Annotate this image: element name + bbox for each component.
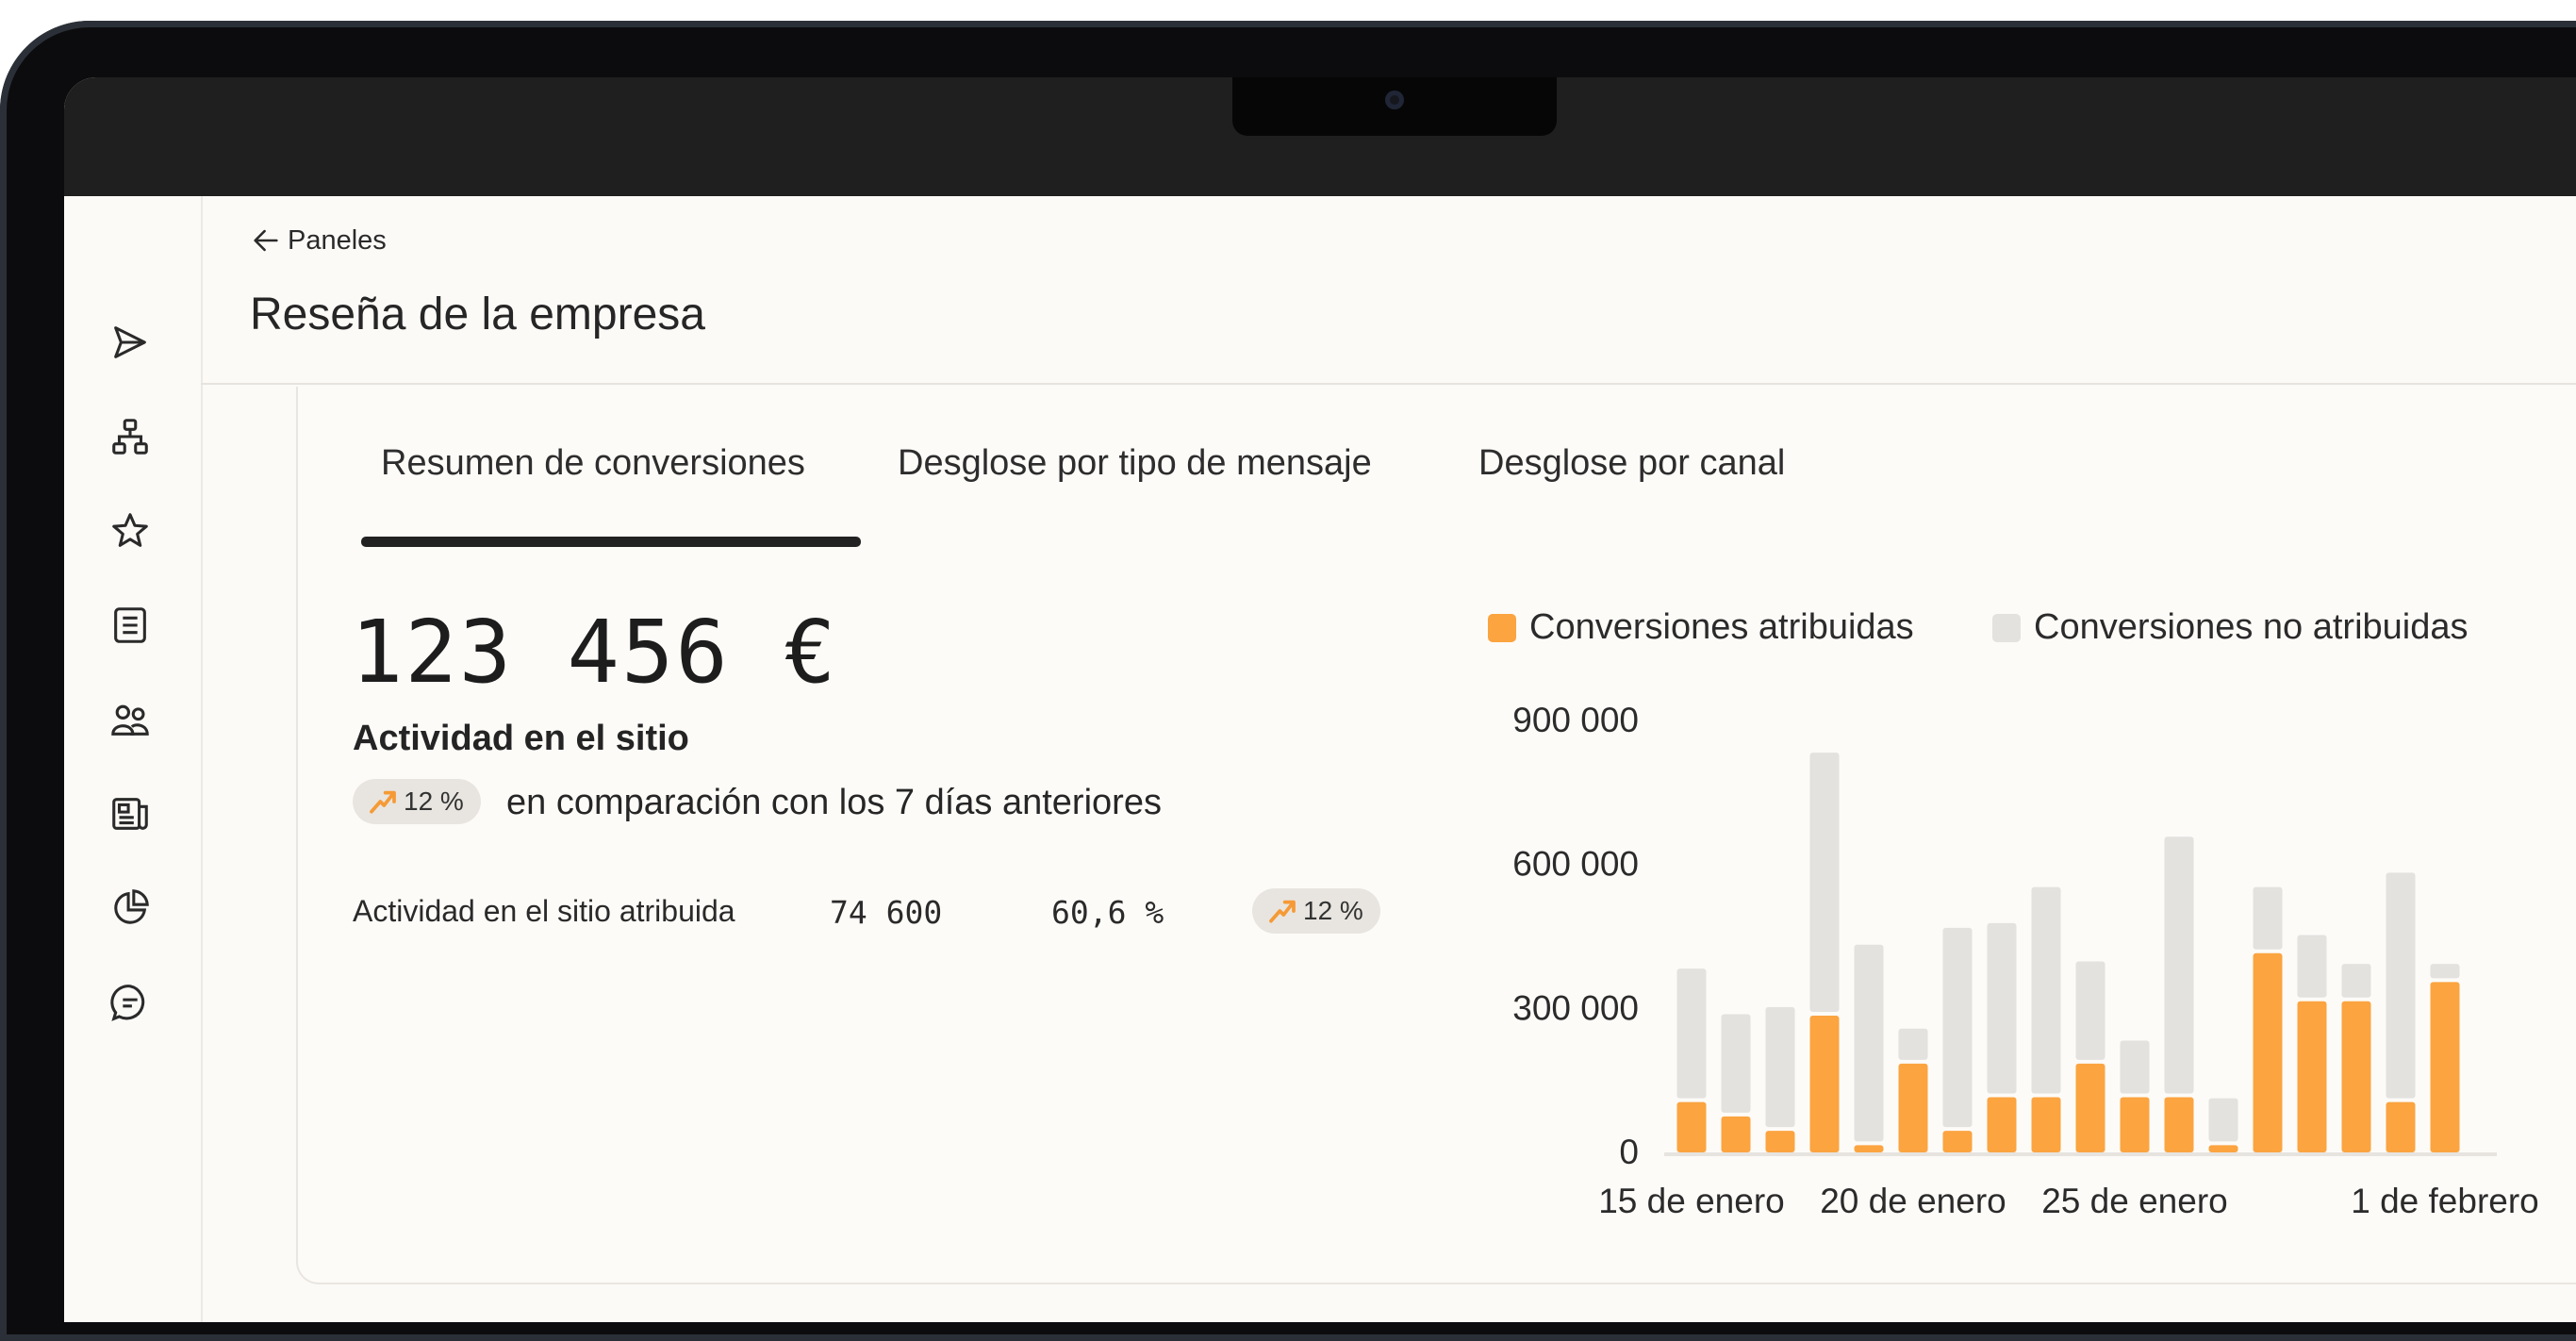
y-tick-label: 600 000	[1512, 845, 1639, 884]
bar-unattributed	[2164, 836, 2194, 1094]
metric-value: 123 456 €	[351, 602, 838, 703]
bar-attributed	[2430, 982, 2460, 1152]
active-tab-indicator	[361, 537, 861, 547]
bar-attributed	[2341, 1001, 2371, 1152]
attributed-count: 74 600	[830, 894, 943, 931]
chat-icon[interactable]	[107, 979, 154, 1026]
bar-unattributed	[2253, 886, 2283, 950]
page-title: Reseña de la empresa	[250, 290, 705, 339]
header-divider	[201, 383, 2576, 385]
bar-unattributed	[2430, 964, 2460, 979]
bar-attributed	[2031, 1097, 2061, 1152]
bar-unattributed	[2386, 872, 2416, 1099]
conversion-chart: 900 000 600 000 300 000 0 15 de enero 20 de e…	[1512, 701, 2539, 1220]
y-tick-label: 300 000	[1512, 988, 1639, 1027]
attributed-percent: 60,6 %	[1051, 894, 1164, 931]
star-icon[interactable]	[107, 507, 154, 555]
menu-bar	[64, 77, 2576, 196]
camera-icon	[1385, 91, 1404, 109]
bar-unattributed	[2120, 1040, 2150, 1094]
legend-label-attributed: Conversiones atribuidas	[1529, 607, 1914, 647]
arrow-left-icon	[254, 229, 278, 252]
change-badge: 12 %	[353, 779, 481, 824]
bar-unattributed	[1676, 968, 1707, 1099]
bar-unattributed	[1809, 753, 1840, 1012]
bar-attributed	[2208, 1145, 2238, 1152]
users-icon[interactable]	[107, 696, 154, 743]
back-link[interactable]: Paneles	[250, 224, 387, 257]
bar-unattributed	[1942, 927, 1973, 1128]
bar-attributed	[2075, 1063, 2105, 1152]
x-tick-label: 20 de enero	[1820, 1182, 2006, 1220]
bar-unattributed	[2075, 961, 2105, 1060]
bar-unattributed	[2031, 886, 2061, 1094]
change-value: 12 %	[404, 786, 464, 816]
bar-attributed	[1721, 1116, 1751, 1152]
bar-attributed	[1987, 1097, 2017, 1152]
y-tick-label: 900 000	[1512, 701, 1639, 739]
bar-attributed	[2120, 1097, 2150, 1152]
legend-swatch-unattributed	[1992, 613, 2021, 642]
bar-unattributed	[1898, 1028, 1928, 1060]
trend-up-icon	[1269, 900, 1296, 923]
legend-attributed: Conversiones atribuidas	[1488, 607, 1914, 648]
pie-chart-icon[interactable]	[107, 885, 154, 932]
attributed-row-label: Actividad en el sitio atribuida	[353, 894, 735, 928]
bar-unattributed	[2208, 1098, 2238, 1142]
send-icon[interactable]	[107, 319, 154, 366]
tab-channel-breakdown[interactable]: Desglose por canal	[1478, 443, 1785, 484]
legend-label-unattributed: Conversiones no atribuidas	[2034, 607, 2469, 647]
sidebar	[64, 196, 203, 1322]
bar-unattributed	[1721, 1014, 1751, 1113]
bar-attributed	[1809, 1015, 1840, 1152]
tab-conversion-summary[interactable]: Resumen de conversiones	[381, 443, 805, 484]
list-icon[interactable]	[107, 602, 154, 649]
bar-attributed	[2297, 1001, 2327, 1152]
bar-attributed	[1676, 1101, 1707, 1152]
bar-unattributed	[2297, 935, 2327, 998]
x-tick-label: 25 de enero	[2041, 1182, 2228, 1220]
bar-attributed	[2386, 1101, 2416, 1152]
hierarchy-icon[interactable]	[107, 413, 154, 460]
metric-label: Actividad en el sitio	[353, 719, 689, 758]
legend-unattributed: Conversiones no atribuidas	[1992, 607, 2469, 648]
bar-attributed	[1942, 1131, 1973, 1152]
legend-swatch-attributed	[1488, 613, 1516, 642]
tab-message-type-breakdown[interactable]: Desglose por tipo de mensaje	[898, 443, 1372, 484]
bar-attributed	[1898, 1063, 1928, 1152]
bar-unattributed	[1987, 922, 2017, 1094]
comparison-text: en comparación con los 7 días anteriores	[506, 783, 1162, 822]
bar-attributed	[1765, 1131, 1795, 1152]
x-tick-label: 15 de enero	[1598, 1182, 1785, 1220]
bar-unattributed	[1765, 1006, 1795, 1128]
x-tick-label: 1 de febrero	[2351, 1182, 2539, 1220]
attributed-change-badge: 12 %	[1252, 888, 1380, 934]
trend-up-icon	[370, 790, 396, 814]
newspaper-icon[interactable]	[107, 790, 154, 837]
attributed-change-value: 12 %	[1303, 896, 1363, 925]
bar-unattributed	[1854, 944, 1884, 1142]
bar-attributed	[2253, 952, 2283, 1152]
back-link-label: Paneles	[288, 224, 387, 256]
bar-unattributed	[2341, 964, 2371, 998]
y-tick-label: 0	[1619, 1133, 1639, 1171]
bar-attributed	[1854, 1145, 1884, 1152]
bar-attributed	[2164, 1097, 2194, 1152]
